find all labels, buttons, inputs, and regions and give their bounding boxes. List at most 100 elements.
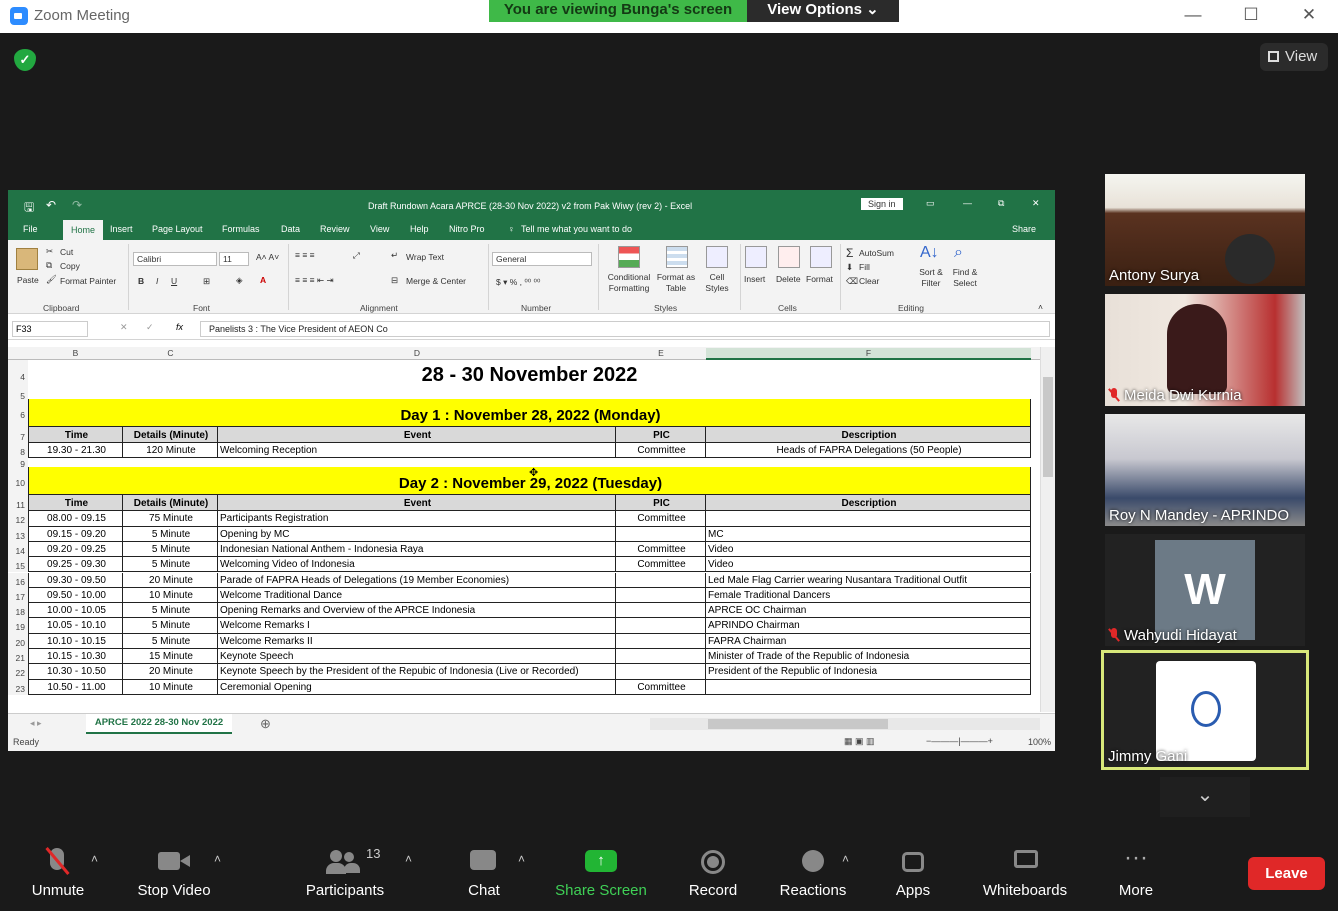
table-header-cell[interactable]: Description: [706, 427, 1031, 443]
format-cells-icon[interactable]: [810, 246, 832, 268]
tab-review[interactable]: Review: [320, 224, 350, 234]
delete-cells-icon[interactable]: [778, 246, 800, 268]
delete-cells-button[interactable]: Delete: [776, 274, 801, 284]
table-cell[interactable]: 15 Minute: [123, 649, 218, 665]
row-number[interactable]: 19: [8, 618, 28, 634]
copy-button[interactable]: Copy: [60, 261, 80, 271]
fill-button[interactable]: Fill: [859, 262, 870, 272]
tab-view[interactable]: View: [370, 224, 389, 234]
tell-me-search[interactable]: Tell me what you want to do: [521, 224, 632, 234]
table-cell[interactable]: 5 Minute: [123, 633, 218, 649]
tab-nitro-pro[interactable]: Nitro Pro: [449, 224, 485, 234]
table-cell[interactable]: FAPRA Chairman: [706, 633, 1031, 649]
h-scroll-thumb[interactable]: [708, 719, 888, 729]
paste-button[interactable]: Paste: [17, 275, 39, 285]
excel-restore-icon[interactable]: ⧉: [998, 198, 1004, 209]
table-cell[interactable]: Opening Remarks and Overview of the APRC…: [218, 603, 616, 619]
tab-help[interactable]: Help: [410, 224, 429, 234]
table-cell[interactable]: Committee: [616, 541, 706, 558]
column-header[interactable]: E: [616, 348, 706, 358]
participants-button[interactable]: 13 Participants: [302, 844, 388, 899]
row-number[interactable]: 9: [8, 458, 28, 469]
conditional-formatting-icon[interactable]: [618, 246, 640, 268]
save-icon[interactable]: 🖫: [24, 198, 34, 219]
table-cell[interactable]: 08.00 - 09.15: [28, 511, 123, 527]
table-cell[interactable]: Parade of FAPRA Heads of Delegations (19…: [218, 572, 616, 588]
table-header-cell[interactable]: Time: [28, 427, 123, 443]
table-cell[interactable]: Minister of Trade of the Republic of Ind…: [706, 649, 1031, 665]
vertical-scrollbar[interactable]: [1040, 347, 1055, 712]
bold-icon[interactable]: B: [138, 276, 144, 286]
cut-icon[interactable]: ✂: [46, 246, 53, 257]
record-button[interactable]: Record: [684, 844, 742, 899]
row-number[interactable]: 11: [8, 495, 28, 512]
table-cell[interactable]: Heads of FAPRA Delegations (50 People): [706, 443, 1031, 459]
conditional-formatting-button[interactable]: Conditional Formatting: [602, 272, 656, 294]
table-header-cell[interactable]: PIC: [616, 495, 706, 512]
insert-function-icon[interactable]: fx: [176, 322, 183, 332]
table-cell[interactable]: 10 Minute: [123, 679, 218, 695]
column-header[interactable]: F: [706, 348, 1031, 360]
table-header-cell[interactable]: Event: [218, 427, 616, 443]
tab-data[interactable]: Data: [281, 224, 300, 234]
enter-icon[interactable]: ✓: [146, 322, 154, 333]
formula-input[interactable]: Panelists 3 : The Vice President of AEON…: [200, 321, 1050, 337]
format-painter-button[interactable]: Format Painter: [60, 276, 116, 286]
whiteboards-button[interactable]: Whiteboards: [978, 844, 1072, 899]
participant-tile-active[interactable]: Jimmy Gani: [1101, 650, 1309, 770]
reactions-caret-icon[interactable]: ˄: [842, 852, 849, 866]
find-select-button[interactable]: Find & Select: [948, 267, 982, 289]
row-number[interactable]: 4: [8, 360, 28, 390]
table-cell[interactable]: 5 Minute: [123, 557, 218, 573]
table-cell[interactable]: Committee: [616, 511, 706, 527]
table-cell[interactable]: [706, 511, 1031, 527]
table-header-cell[interactable]: Event: [218, 495, 616, 512]
table-cell[interactable]: Welcome Remarks II: [218, 633, 616, 649]
format-as-table-icon[interactable]: [666, 246, 688, 268]
horizontal-scrollbar[interactable]: [650, 718, 1040, 730]
table-cell[interactable]: President of the Republic of Indonesia: [706, 664, 1031, 680]
clear-button[interactable]: Clear: [859, 276, 879, 286]
clear-icon[interactable]: ⌫: [846, 276, 858, 287]
find-select-icon[interactable]: ⌕: [954, 244, 963, 262]
excel-close-icon[interactable]: ✕: [1032, 198, 1040, 209]
row-number[interactable]: 21: [8, 649, 28, 665]
italic-icon[interactable]: I: [156, 276, 158, 286]
table-cell[interactable]: 20 Minute: [123, 664, 218, 680]
participant-tile[interactable]: Antony Surya: [1105, 174, 1305, 286]
format-painter-icon[interactable]: 🖌: [46, 274, 57, 285]
autosum-button[interactable]: AutoSum: [859, 248, 894, 258]
table-cell[interactable]: Welcoming Reception: [218, 443, 616, 459]
maximize-icon[interactable]: ☐: [1236, 5, 1266, 25]
table-cell[interactable]: [616, 603, 706, 619]
font-name-select[interactable]: Calibri: [133, 252, 217, 266]
table-cell[interactable]: 10.30 - 10.50: [28, 664, 123, 680]
row-number[interactable]: 10: [8, 467, 28, 496]
table-cell[interactable]: [616, 633, 706, 649]
number-format-select[interactable]: General: [492, 252, 592, 266]
wrap-text-icon[interactable]: ↵: [391, 250, 398, 261]
fill-color-icon[interactable]: ◈: [236, 275, 243, 286]
table-cell[interactable]: 19.30 - 21.30: [28, 443, 123, 459]
sort-filter-icon[interactable]: A↓: [920, 244, 939, 262]
table-cell[interactable]: 10 Minute: [123, 587, 218, 604]
excel-minimize-icon[interactable]: —: [963, 198, 972, 208]
audio-options-caret-icon[interactable]: ˄: [91, 852, 98, 866]
row-number[interactable]: 8: [8, 443, 28, 459]
cell-styles-button[interactable]: Cell Styles: [700, 272, 734, 294]
participant-tile[interactable]: Roy N Mandey - APRINDO: [1105, 414, 1305, 526]
table-header-cell[interactable]: Details (Minute): [123, 495, 218, 512]
table-header-cell[interactable]: Description: [706, 495, 1031, 512]
share-screen-button[interactable]: ↑ Share Screen: [552, 844, 650, 899]
table-cell[interactable]: Participants Registration: [218, 511, 616, 527]
underline-icon[interactable]: U: [171, 276, 177, 286]
table-cell[interactable]: 5 Minute: [123, 618, 218, 634]
row-number[interactable]: 20: [8, 633, 28, 649]
table-cell[interactable]: 09.30 - 09.50: [28, 572, 123, 588]
table-cell[interactable]: 10.15 - 10.30: [28, 649, 123, 665]
view-button[interactable]: View: [1260, 43, 1328, 71]
table-cell[interactable]: 09.25 - 09.30: [28, 557, 123, 573]
share-button[interactable]: Share: [1012, 224, 1036, 234]
video-options-caret-icon[interactable]: ˄: [214, 852, 221, 866]
chat-button[interactable]: Chat: [456, 844, 512, 899]
